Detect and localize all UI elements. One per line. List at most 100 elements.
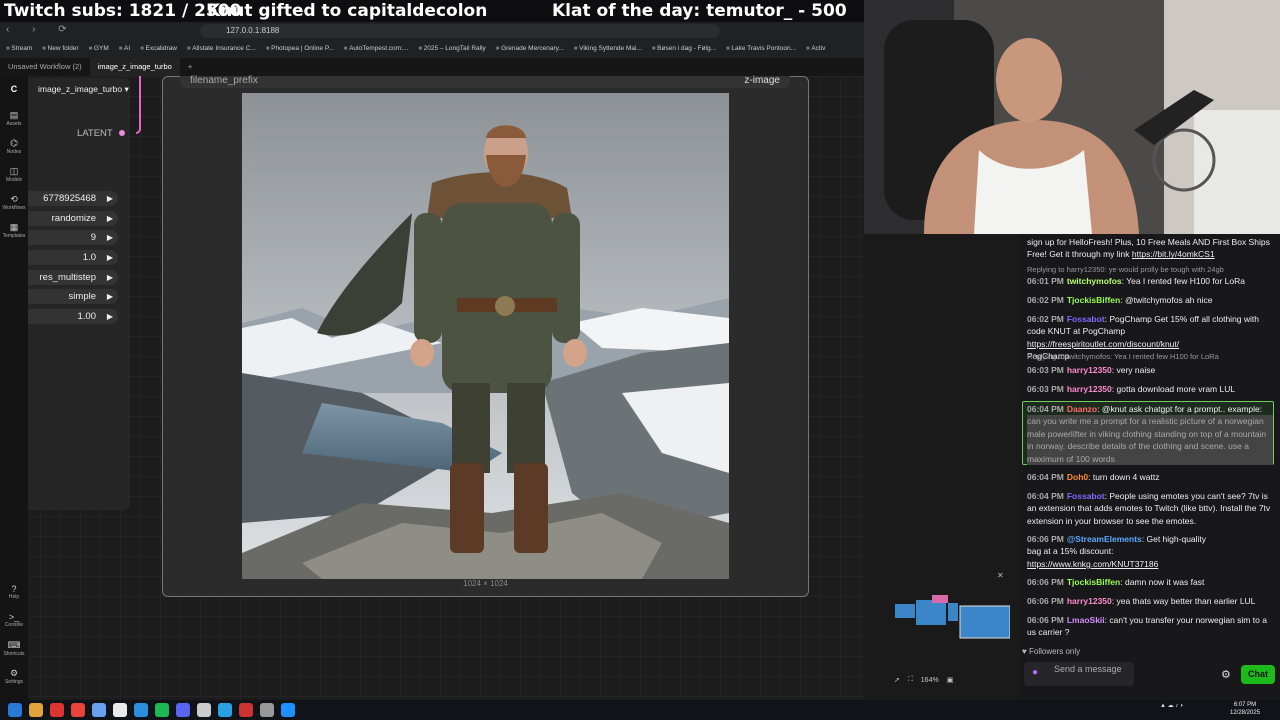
taskbar-app-icon[interactable] bbox=[239, 703, 253, 717]
chat-message-text: very naise bbox=[1116, 365, 1156, 375]
fit-view-icon[interactable]: ⛶ bbox=[908, 676, 913, 684]
taskbar-app-icon[interactable] bbox=[134, 703, 148, 717]
chat-send-button[interactable]: Chat bbox=[1241, 665, 1275, 684]
tab-unsaved-workflow[interactable]: Unsaved Workflow (2) bbox=[0, 58, 90, 76]
bookmark-item[interactable]: New folder bbox=[42, 45, 79, 52]
bookmark-item[interactable]: Excalidraw bbox=[140, 45, 176, 52]
chat-message: 06:06 PM @StreamElements: Get high-qualit… bbox=[1027, 533, 1273, 570]
bookmark-item[interactable]: 2025 – LongTail Rally bbox=[418, 45, 486, 52]
chat-username[interactable]: twitchymofos bbox=[1067, 276, 1122, 286]
minimap[interactable] bbox=[890, 570, 1011, 640]
chat-mic-icon[interactable]: ● bbox=[1032, 668, 1038, 678]
taskbar-app-icon[interactable] bbox=[197, 703, 211, 717]
sidebar-item-templates[interactable]: ▦ Templates bbox=[0, 222, 28, 239]
widget-increment-icon[interactable]: ▶ bbox=[107, 250, 113, 265]
comfy-sidebar: C ▤ Assets ⌬ Nodes ◫ Models ⟲ Workflows ▦ Templat… bbox=[0, 76, 28, 700]
bookmark-item[interactable]: Activ bbox=[806, 45, 825, 52]
taskbar-app-icon[interactable] bbox=[176, 703, 190, 717]
latent-output-socket[interactable] bbox=[119, 130, 125, 136]
taskbar-app-icon[interactable] bbox=[218, 703, 232, 717]
chat-settings-icon[interactable]: ⚙ bbox=[1221, 668, 1231, 681]
sidebar-item-models[interactable]: ◫ Models bbox=[0, 166, 28, 183]
bookmark-item[interactable]: Stream bbox=[6, 45, 32, 52]
chat-input[interactable]: ● Send a message bbox=[1024, 662, 1134, 686]
comfy-logo-icon[interactable]: C bbox=[0, 84, 28, 94]
filename-prefix-field[interactable]: filename_prefix z-image bbox=[180, 75, 790, 88]
chat-link[interactable]: https://bit.ly/4omkCS1 bbox=[1132, 249, 1215, 259]
bookmark-item[interactable]: Grenade Mercenary... bbox=[496, 45, 564, 52]
chat-link[interactable]: https://www.knkg.com/KNUT37186 bbox=[1027, 558, 1273, 570]
bookmark-item[interactable]: AI bbox=[119, 45, 130, 52]
chat-message: 06:04 PM Fossabot: People using emotes yo… bbox=[1027, 490, 1273, 527]
new-tab-button[interactable]: + bbox=[180, 58, 200, 76]
widget-increment-icon[interactable]: ▶ bbox=[107, 211, 113, 226]
sidebar-item-assets[interactable]: ▤ Assets bbox=[0, 110, 28, 127]
chat-username[interactable]: @StreamElements bbox=[1067, 534, 1142, 544]
sampler-widget[interactable]: 1.0 ▶ bbox=[28, 250, 118, 266]
chat-username[interactable]: harry12350 bbox=[1067, 384, 1112, 394]
bookmark-item[interactable]: Lake Travis Pontoon... bbox=[726, 45, 796, 52]
taskbar-app-icon[interactable] bbox=[260, 703, 274, 717]
help-icon: ? bbox=[11, 584, 17, 594]
klat-of-the-day: Klat of the day: temutor_ - 500 bbox=[552, 1, 847, 21]
taskbar-app-icon[interactable] bbox=[29, 703, 43, 717]
chat-username[interactable]: harry12350 bbox=[1067, 596, 1112, 606]
taskbar-app-icon[interactable] bbox=[8, 703, 22, 717]
chat-username[interactable]: harry12350 bbox=[1067, 365, 1112, 375]
chat-username[interactable]: LmaoSkii bbox=[1067, 615, 1105, 625]
bookmark-item[interactable]: Viking Syttende Mai... bbox=[574, 45, 642, 52]
taskbar-app-icon[interactable] bbox=[92, 703, 106, 717]
widget-value: res_multistep bbox=[39, 271, 97, 283]
sidebar-item-console[interactable]: >_ Console bbox=[0, 612, 28, 628]
bookmark-item[interactable]: Allstate Insurance C... bbox=[187, 45, 256, 52]
latent-wire bbox=[136, 76, 141, 134]
address-bar[interactable]: 127.0.0.1:8188 bbox=[200, 24, 720, 38]
chat-username[interactable]: Doh0 bbox=[1067, 472, 1088, 482]
minimap-toggle-icon[interactable]: ▣ bbox=[947, 676, 954, 684]
chat-username[interactable]: Daanzo bbox=[1067, 404, 1097, 414]
sampler-widget[interactable]: 6778925468 ▶ bbox=[28, 191, 118, 206]
widget-value: simple bbox=[68, 291, 96, 303]
sidebar-item-shortcuts[interactable]: ⌨ Shortcuts bbox=[0, 640, 28, 657]
chat-username[interactable]: TjockisBiffen bbox=[1067, 295, 1120, 305]
widget-increment-icon[interactable]: ▶ bbox=[107, 309, 113, 324]
bookmark-item[interactable]: GYM bbox=[89, 45, 109, 52]
chat-username[interactable]: Fossabot bbox=[1067, 491, 1105, 501]
pointer-icon[interactable]: ➚ bbox=[894, 676, 900, 684]
widget-increment-icon[interactable]: ▶ bbox=[107, 270, 113, 285]
sidebar-item-label: Nodes bbox=[6, 149, 22, 155]
sidebar-item-nodes[interactable]: ⌬ Nodes bbox=[0, 138, 28, 155]
zoom-level[interactable]: 164% bbox=[921, 677, 939, 684]
tab-image-z-image-turbo[interactable]: image_z_image_turbo bbox=[89, 58, 180, 76]
sidebar-item-help[interactable]: ? Help bbox=[0, 584, 28, 600]
sidebar-item-label: Assets bbox=[6, 121, 22, 127]
chat-link[interactable]: https://freespiritoutlet.com/discount/kn… bbox=[1027, 338, 1273, 350]
minimap-close-icon[interactable]: ✕ bbox=[997, 571, 1004, 580]
bookmark-item[interactable]: AutoTempest.com:... bbox=[344, 45, 408, 52]
widget-increment-icon[interactable]: ▶ bbox=[107, 230, 113, 245]
sampler-widget[interactable]: randomize ▶ bbox=[28, 210, 118, 226]
bookmark-item[interactable]: Bøsen i dag - Følg... bbox=[652, 45, 716, 52]
taskbar-app-icon[interactable] bbox=[113, 703, 127, 717]
chat-username[interactable]: TjockisBiffen bbox=[1067, 577, 1120, 587]
system-tray-icons[interactable]: ▲ ☁ ♪ ◗ bbox=[1160, 702, 1184, 709]
sampler-widget[interactable]: 9 ▶ bbox=[28, 230, 118, 246]
taskbar-app-icon[interactable] bbox=[71, 703, 85, 717]
sampler-widget[interactable]: simple ▶ bbox=[28, 289, 118, 305]
chat-input-placeholder: Send a message bbox=[1054, 664, 1122, 674]
bookmark-item[interactable]: Photopea | Online P... bbox=[266, 45, 334, 52]
widget-increment-icon[interactable]: ▶ bbox=[107, 191, 113, 206]
taskbar-app-icon[interactable] bbox=[281, 703, 295, 717]
chat-username[interactable]: Fossabot bbox=[1067, 314, 1105, 324]
taskbar-clock[interactable]: 6:07 PM 12/28/2025 bbox=[1230, 701, 1260, 717]
workflow-selector[interactable]: image_z_image_turbo ▾ bbox=[38, 84, 129, 95]
sampler-widget[interactable]: res_multistep ▶ bbox=[28, 269, 118, 285]
sidebar-item-workflows[interactable]: ⟲ Workflows bbox=[0, 194, 28, 211]
taskbar-app-icon[interactable] bbox=[50, 703, 64, 717]
sidebar-item-settings[interactable]: ⚙ Settings bbox=[0, 668, 28, 685]
chat-timestamp: 06:06 PM bbox=[1027, 577, 1064, 587]
widget-increment-icon[interactable]: ▶ bbox=[107, 289, 113, 304]
nav-buttons[interactable]: ‹ › ⟳ bbox=[6, 24, 77, 35]
sampler-widget[interactable]: 1.00 ▶ bbox=[28, 309, 118, 325]
taskbar-app-icon[interactable] bbox=[155, 703, 169, 717]
